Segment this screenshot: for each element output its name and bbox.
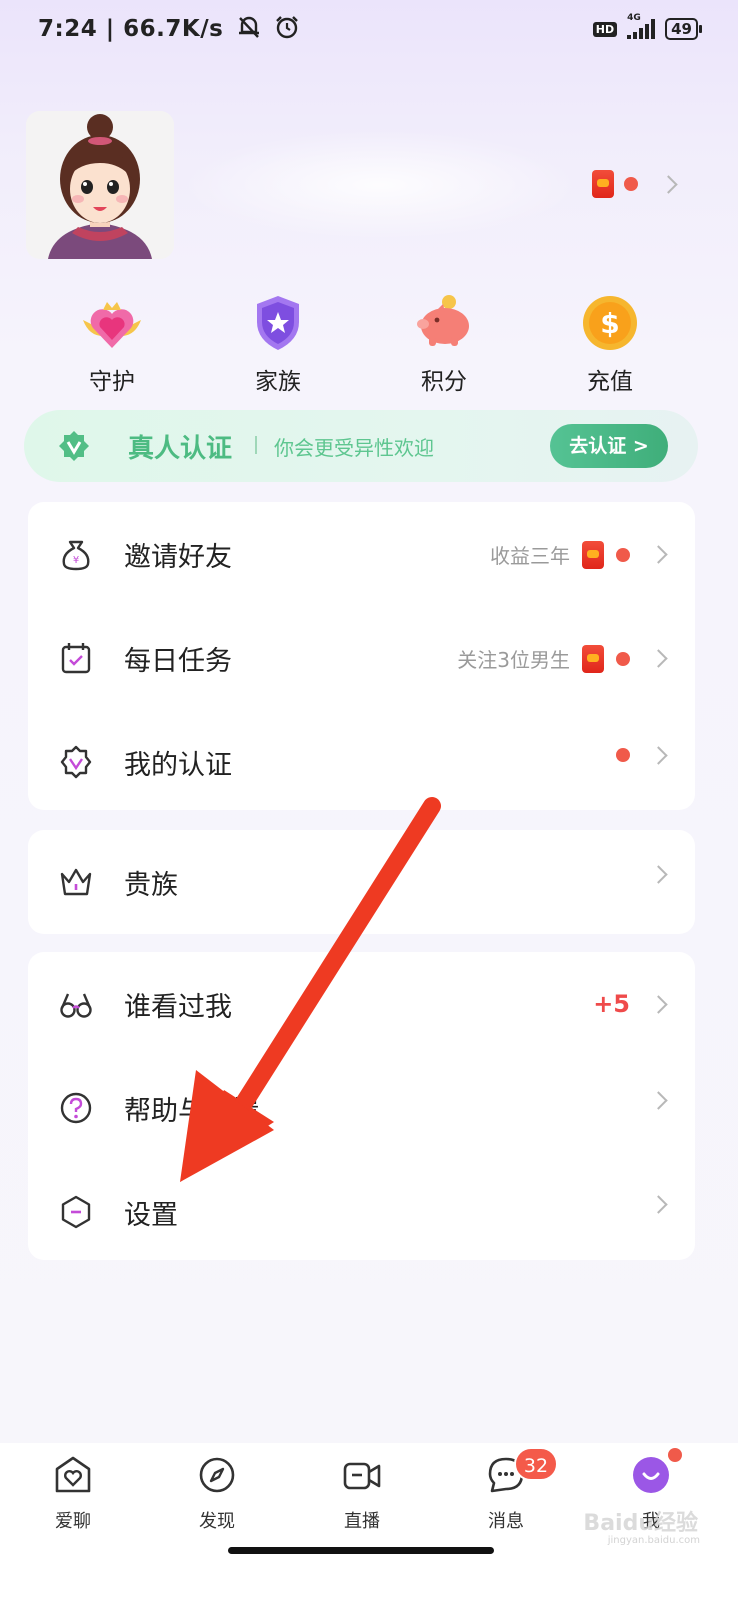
tab-live[interactable]: 直播 <box>307 1455 417 1533</box>
menu-item-label: 贵族 <box>124 870 178 901</box>
quick-action-label: 守护 <box>89 369 135 395</box>
home-heart-icon <box>55 1456 91 1493</box>
message-count-badge: 32 <box>514 1447 558 1481</box>
tab-chat[interactable]: 爱聊 <box>18 1455 128 1533</box>
tab-label: 直播 <box>344 1511 380 1532</box>
menu-card-nobility: 贵族 <box>28 830 695 934</box>
chevron-right-icon <box>649 745 668 765</box>
verified-badge-icon <box>59 431 89 461</box>
quick-action-label: 积分 <box>421 369 467 395</box>
me-notification-dot <box>668 1448 682 1462</box>
visitor-count: +5 <box>593 990 630 1018</box>
badge-check-icon <box>60 745 92 779</box>
menu-item-help-feedback[interactable]: 帮助与反馈 <box>28 1056 695 1160</box>
chevron-right-icon <box>649 865 668 884</box>
menu-card-primary: ¥ 邀请好友 收益三年 每日任务 关注3位男生 我的认证 <box>28 502 695 810</box>
chevron-right-icon <box>649 545 668 564</box>
chevron-right-icon <box>649 994 668 1014</box>
notification-dot <box>616 651 630 666</box>
menu-item-label: 谁看过我 <box>124 992 232 1023</box>
real-person-verify-banner[interactable]: 真人认证 你会更受异性欢迎 去认证 > <box>24 410 698 482</box>
tab-discover[interactable]: 发现 <box>162 1455 272 1533</box>
watermark-logo: Baidu经验 <box>583 1511 698 1536</box>
quick-action-label: 家族 <box>255 369 301 395</box>
piggy-bank-icon <box>417 295 469 346</box>
watermark-url: jingyan.baidu.com <box>607 1535 700 1546</box>
chevron-right-icon <box>659 174 678 194</box>
tab-label: 爱聊 <box>55 1511 91 1532</box>
menu-item-daily-tasks[interactable]: 每日任务 关注3位男生 <box>28 606 695 710</box>
crown-icon <box>60 868 92 896</box>
compass-icon <box>199 1457 235 1493</box>
settings-hexagon-icon <box>61 1195 91 1229</box>
red-packet-icon <box>592 170 614 198</box>
menu-item-who-viewed-me[interactable]: 谁看过我 +5 <box>28 952 695 1056</box>
menu-item-my-verification[interactable]: 我的认证 <box>28 710 695 814</box>
shield-star-icon <box>257 296 299 350</box>
menu-item-label: 设置 <box>124 1200 178 1231</box>
blurred-profile-info <box>180 130 580 240</box>
red-packet-icon <box>582 540 604 569</box>
avatar-illustration <box>26 111 174 259</box>
chevron-right-icon <box>649 649 668 668</box>
menu-item-hint: 收益三年 <box>490 544 570 568</box>
me-face-icon <box>633 1457 669 1493</box>
chevron-right-icon <box>649 1091 668 1110</box>
verify-subtitle: 你会更受异性欢迎 <box>274 436 434 460</box>
menu-item-label: 帮助与反馈 <box>124 1096 259 1127</box>
video-camera-icon <box>343 1462 381 1490</box>
menu-item-label: 我的认证 <box>124 750 232 781</box>
svg-text:¥: ¥ <box>73 555 79 566</box>
menu-item-label: 邀请好友 <box>124 542 232 573</box>
menu-item-hint: 关注3位男生 <box>457 648 570 672</box>
quick-action-family[interactable]: 家族 <box>218 290 338 396</box>
alarm-icon <box>276 16 299 39</box>
network-type: 4G <box>627 13 641 23</box>
notification-dot <box>624 177 638 191</box>
red-packet-icon <box>582 644 604 673</box>
tab-label: 消息 <box>488 1511 524 1532</box>
menu-item-nobility[interactable]: 贵族 <box>28 830 695 934</box>
glasses-icon <box>60 993 92 1018</box>
status-separator: | <box>105 16 115 42</box>
verify-divider <box>255 436 257 454</box>
svg-text:$: $ <box>600 307 619 340</box>
calendar-check-icon <box>61 643 91 674</box>
profile-reward-entry[interactable] <box>592 170 678 198</box>
menu-card-secondary: 谁看过我 +5 帮助与反馈 设置 <box>28 952 695 1260</box>
heart-crown-icon <box>83 302 141 348</box>
quick-action-points[interactable]: 积分 <box>384 290 504 396</box>
menu-item-settings[interactable]: 设置 <box>28 1160 695 1264</box>
money-bag-icon: ¥ <box>62 540 90 571</box>
quick-action-label: 充值 <box>587 369 633 395</box>
battery-level: 49 <box>665 18 702 40</box>
network-speed: 66.7K/s <box>123 16 224 42</box>
status-bar-indicators: HD 4G 49 <box>592 13 702 40</box>
status-bar-time: 7:24 | 66.7K/s <box>38 14 300 42</box>
signal-icon: 4G <box>627 13 656 39</box>
home-indicator <box>228 1547 494 1554</box>
go-verify-button[interactable]: 去认证 > <box>550 424 668 468</box>
chevron-right-icon <box>649 1195 668 1214</box>
hd-indicator: HD <box>592 21 618 37</box>
verify-title: 真人认证 <box>128 434 233 464</box>
tab-label: 发现 <box>199 1511 235 1532</box>
avatar[interactable] <box>26 111 174 259</box>
help-circle-icon <box>60 1092 92 1124</box>
menu-item-invite-friends[interactable]: ¥ 邀请好友 收益三年 <box>28 502 695 606</box>
clock-time: 7:24 <box>38 16 98 42</box>
coin-icon: $ <box>583 296 637 350</box>
notification-dot <box>616 547 630 562</box>
quick-action-recharge[interactable]: $ 充值 <box>550 290 670 396</box>
menu-item-label: 每日任务 <box>124 646 232 677</box>
quick-action-guard[interactable]: 守护 <box>52 290 172 396</box>
notification-dot <box>616 748 630 762</box>
mute-bell-icon <box>238 16 259 38</box>
